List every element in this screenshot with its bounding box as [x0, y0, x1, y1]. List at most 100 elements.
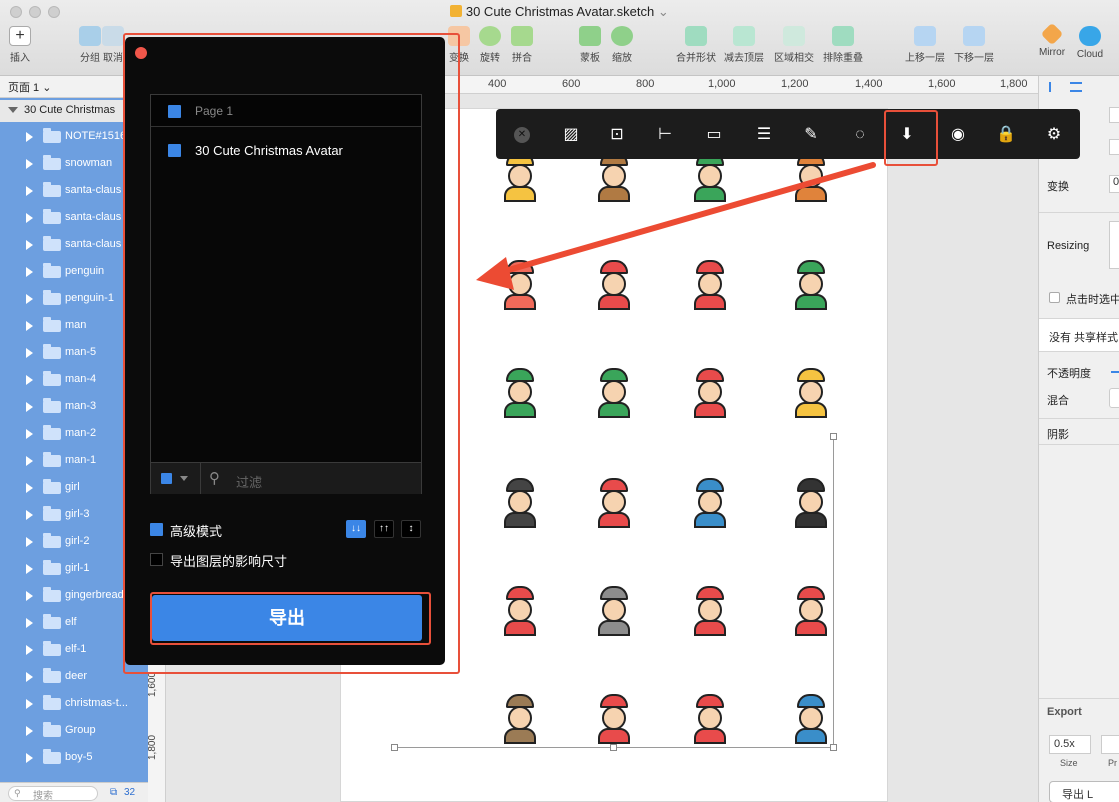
- disclosure-right-icon[interactable]: [26, 159, 33, 169]
- folder-icon: [43, 263, 61, 278]
- title-caret[interactable]: ⌄: [658, 4, 669, 19]
- brush-icon[interactable]: ✎: [800, 125, 822, 145]
- flatten-label: 拼合: [512, 53, 532, 64]
- subtract-button[interactable]: 减去顶层: [716, 26, 772, 64]
- layer-name: man: [65, 319, 87, 331]
- body-shape: [504, 620, 536, 636]
- difference-button[interactable]: 排除重叠: [815, 26, 871, 64]
- disclosure-right-icon[interactable]: [26, 348, 33, 358]
- face-shape: [799, 380, 823, 404]
- export-button-highlight: [150, 592, 431, 645]
- difference-label: 排除重叠: [823, 53, 863, 64]
- disclosure-right-icon[interactable]: [26, 699, 33, 709]
- disclosure-right-icon[interactable]: [26, 294, 33, 304]
- disclosure-right-icon[interactable]: [26, 645, 33, 655]
- divider: [1039, 212, 1119, 213]
- layer-item[interactable]: boy-5: [0, 745, 148, 772]
- layer-name: gingerbread: [65, 589, 124, 601]
- avatar-illustration: [789, 694, 833, 746]
- layer-item[interactable]: Group: [0, 718, 148, 745]
- layer-name: girl-3: [65, 508, 90, 520]
- layer-name: penguin: [65, 265, 105, 277]
- gear-icon[interactable]: ⚙: [1043, 125, 1065, 145]
- intersect-button[interactable]: 区域相交: [766, 26, 822, 64]
- artboard-icon[interactable]: ⊡: [606, 125, 628, 145]
- drop-icon[interactable]: ◌: [849, 125, 871, 145]
- cloud-button[interactable]: Cloud: [1062, 26, 1118, 60]
- disclosure-right-icon[interactable]: [26, 618, 33, 628]
- height-field[interactable]: [1109, 139, 1119, 155]
- close-icon[interactable]: ✕: [514, 127, 530, 143]
- disclosure-right-icon[interactable]: [26, 564, 33, 574]
- scale-button[interactable]: 缩放: [594, 26, 650, 64]
- shared-style-select[interactable]: 没有 共享样式: [1039, 318, 1119, 352]
- disclosure-right-icon[interactable]: [26, 267, 33, 277]
- transform-field[interactable]: 0: [1109, 175, 1119, 193]
- folder-icon: [43, 533, 61, 548]
- disclosure-right-icon[interactable]: [26, 510, 33, 520]
- body-shape: [598, 294, 630, 310]
- disclosure-right-icon[interactable]: [26, 132, 33, 142]
- export-layer-button[interactable]: 导出 L: [1049, 781, 1119, 802]
- disclosure-right-icon[interactable]: [26, 402, 33, 412]
- resizing-label: Resizing: [1047, 240, 1090, 252]
- export-prefix-field[interactable]: [1101, 735, 1119, 754]
- opacity-slider[interactable]: [1111, 371, 1119, 373]
- pages-icon[interactable]: ⧉: [110, 787, 117, 798]
- avatar-illustration: [789, 152, 833, 204]
- shadow-label[interactable]: 阴影: [1047, 426, 1069, 442]
- folder-icon: [43, 344, 61, 359]
- eye-icon[interactable]: ◉: [947, 125, 969, 145]
- layer-item[interactable]: christmas-t...: [0, 691, 148, 718]
- hatch-icon[interactable]: ▨: [560, 125, 582, 145]
- disclosure-right-icon[interactable]: [26, 429, 33, 439]
- disclosure-right-icon[interactable]: [26, 537, 33, 547]
- avatar-illustration: [498, 586, 542, 638]
- disclosure-right-icon[interactable]: [26, 375, 33, 385]
- disclosure-right-icon[interactable]: [26, 672, 33, 682]
- comment-icon[interactable]: ▭: [703, 125, 725, 145]
- window-title: 30 Cute Christmas Avatar.sketch ⌄: [0, 4, 1119, 20]
- face-shape: [602, 164, 626, 188]
- ruler-tick: 1,600: [928, 78, 956, 90]
- layer-name: man-4: [65, 373, 97, 385]
- resizing-widget[interactable]: [1109, 221, 1119, 269]
- align-center-icon[interactable]: [1070, 82, 1083, 92]
- insert-button[interactable]: + 插入: [0, 26, 44, 64]
- disclosure-right-icon[interactable]: [26, 753, 33, 763]
- disclosure-right-icon[interactable]: [26, 240, 33, 250]
- disclosure-right-icon[interactable]: [26, 726, 33, 736]
- send-backward-button[interactable]: 下移一层: [946, 26, 1002, 64]
- layer-name: snowman: [65, 157, 113, 169]
- resize-handle[interactable]: [391, 744, 398, 751]
- width-field[interactable]: [1109, 107, 1119, 123]
- blend-select[interactable]: [1109, 388, 1119, 408]
- body-shape: [598, 512, 630, 528]
- align-tools[interactable]: [1045, 78, 1115, 96]
- body-shape: [795, 402, 827, 418]
- disclosure-right-icon[interactable]: [26, 186, 33, 196]
- bring-forward-button[interactable]: 上移一层: [897, 26, 953, 64]
- click-select-checkbox[interactable]: [1049, 292, 1060, 303]
- body-shape: [795, 294, 827, 310]
- lock-icon[interactable]: 🔒: [995, 125, 1017, 145]
- folder-icon: [43, 695, 61, 710]
- flatten-button[interactable]: 拼合: [494, 26, 550, 64]
- inspector-panel: 变换 0 Resizing 点击时选中 没有 共享样式 不透明度 混合 阴影 E…: [1038, 76, 1119, 802]
- slice-icon[interactable]: ⊢: [654, 125, 676, 145]
- disclosure-right-icon[interactable]: [26, 591, 33, 601]
- layer-search-input[interactable]: 搜索: [8, 786, 98, 802]
- avatar-illustration: [789, 260, 833, 312]
- disclosure-right-icon[interactable]: [26, 213, 33, 223]
- disclosure-right-icon[interactable]: [26, 321, 33, 331]
- disclosure-right-icon[interactable]: [26, 483, 33, 493]
- align-left-icon[interactable]: [1049, 82, 1061, 92]
- export-scale-field[interactable]: 0.5x: [1049, 735, 1091, 754]
- intersect-icon: [783, 26, 805, 46]
- transform-value: 0: [1113, 176, 1119, 188]
- face-shape: [508, 380, 532, 404]
- resize-handle[interactable]: [830, 433, 837, 440]
- window-title-text: 30 Cute Christmas Avatar.sketch: [465, 4, 655, 19]
- list-icon[interactable]: ☰: [753, 125, 775, 145]
- disclosure-right-icon[interactable]: [26, 456, 33, 466]
